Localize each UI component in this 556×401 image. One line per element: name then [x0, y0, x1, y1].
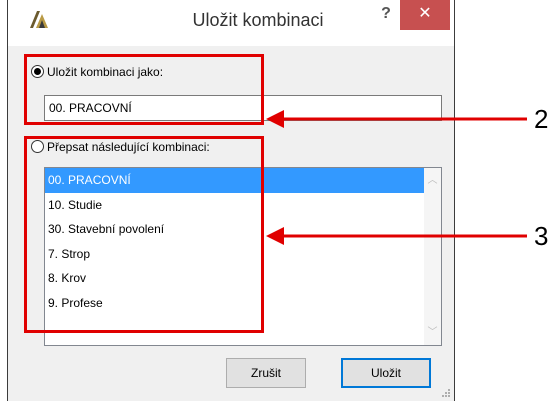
- resize-grip-icon[interactable]: [441, 388, 451, 398]
- dialog-title: Uložit kombinaci: [192, 10, 324, 30]
- cancel-button[interactable]: Zrušit: [226, 358, 306, 388]
- save-button[interactable]: Uložit: [341, 358, 431, 388]
- annotation-arrows: [266, 110, 527, 245]
- title-bar: Uložit kombinaci ? ✕: [8, 0, 454, 46]
- arrow-head-icon: [266, 227, 284, 245]
- scroll-down-icon[interactable]: ﹀: [424, 324, 441, 341]
- close-button[interactable]: ✕: [400, 0, 450, 30]
- callout-number-3: 3: [534, 221, 549, 251]
- arrow-head-icon: [266, 110, 284, 128]
- help-button[interactable]: ?: [373, 3, 399, 29]
- annotation-box-overwrite: [24, 136, 264, 333]
- annotation-box-save-as: [24, 54, 264, 125]
- archicad-logo-icon: [28, 8, 50, 30]
- callout-number-2: 2: [534, 104, 549, 134]
